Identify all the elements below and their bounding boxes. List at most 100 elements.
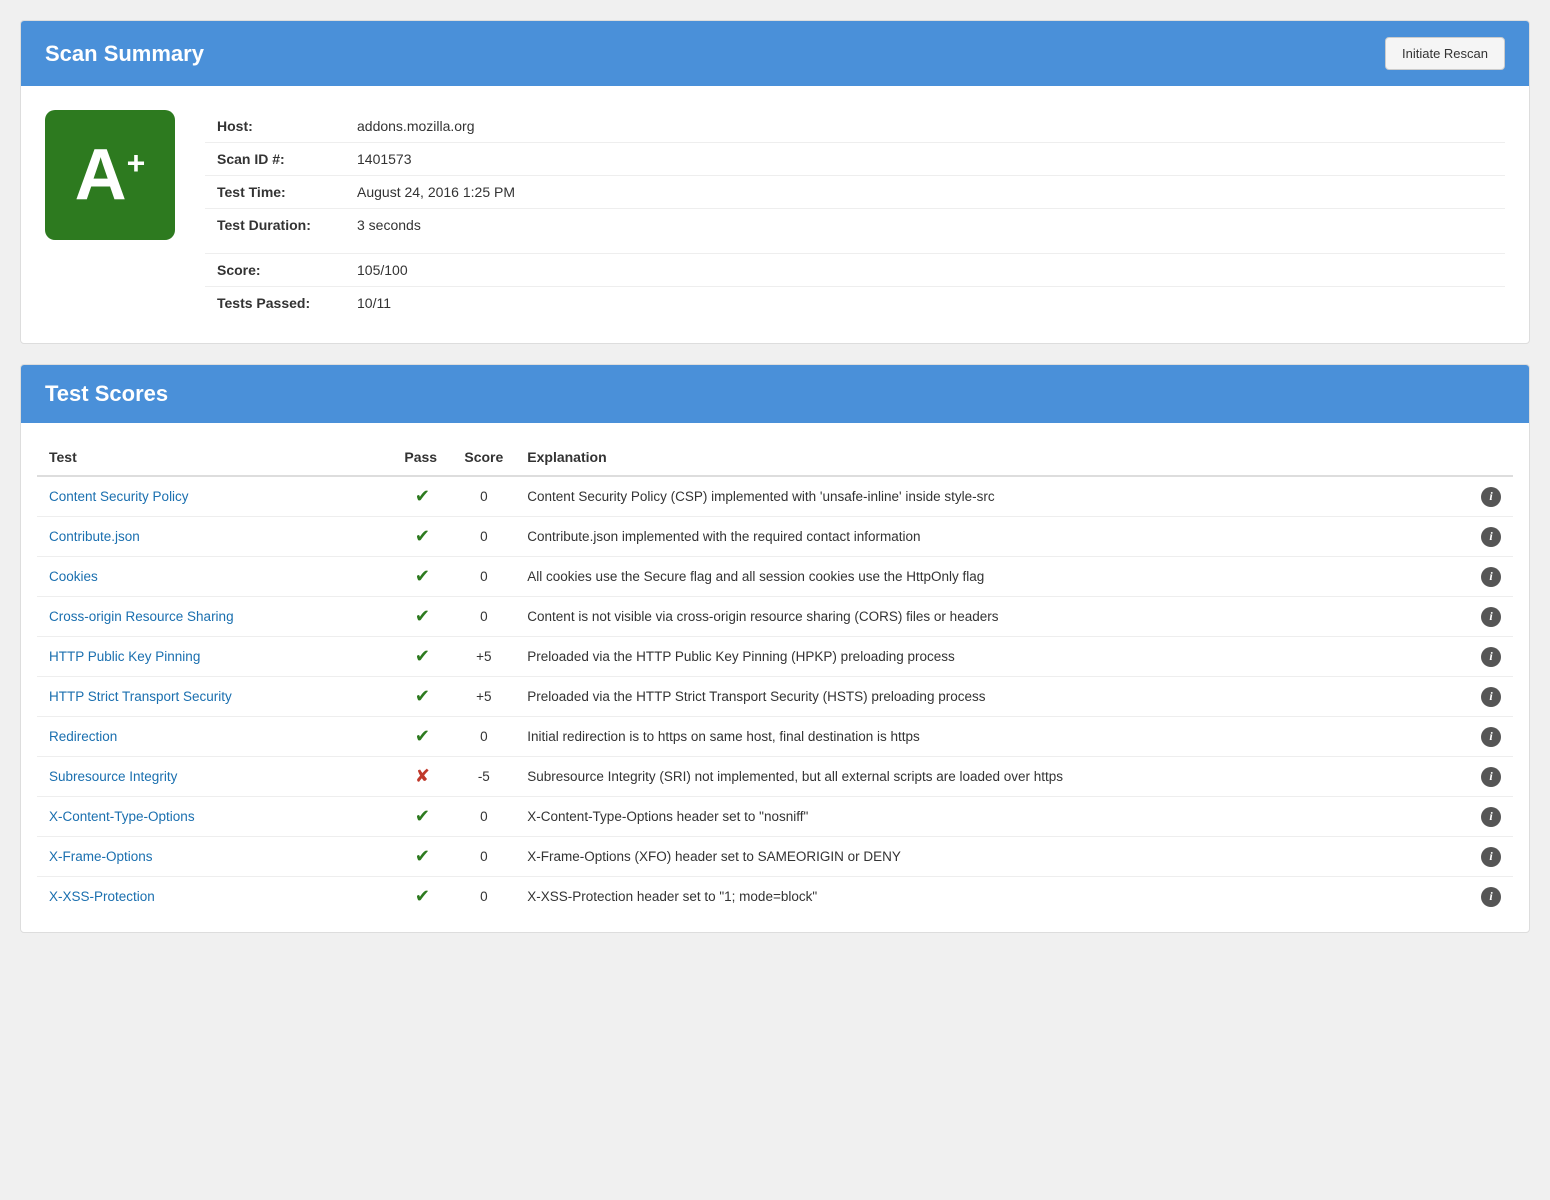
test-scores-header: Test Scores <box>21 365 1529 423</box>
test-name-link[interactable]: Content Security Policy <box>49 489 189 504</box>
pass-cell: ✔ <box>392 557 452 597</box>
test-scores-title: Test Scores <box>45 381 168 407</box>
test-name-cell: X-XSS-Protection <box>37 877 392 917</box>
info-icon[interactable]: i <box>1481 807 1501 827</box>
score-cell: -5 <box>452 757 515 797</box>
test-name-link[interactable]: Contribute.json <box>49 529 140 544</box>
th-test: Test <box>37 439 392 476</box>
test-name-cell: X-Frame-Options <box>37 837 392 877</box>
info-icon[interactable]: i <box>1481 607 1501 627</box>
th-info <box>1469 439 1513 476</box>
test-name-cell: HTTP Strict Transport Security <box>37 677 392 717</box>
info-icon[interactable]: i <box>1481 687 1501 707</box>
pass-icon: ✔ <box>415 646 430 666</box>
info-cell: i <box>1469 837 1513 877</box>
explanation-cell: Content is not visible via cross-origin … <box>515 597 1469 637</box>
table-row: Cookies ✔ 0 All cookies use the Secure f… <box>37 557 1513 597</box>
explanation-cell: X-Content-Type-Options header set to "no… <box>515 797 1469 837</box>
info-icon[interactable]: i <box>1481 527 1501 547</box>
test-name-link[interactable]: X-Content-Type-Options <box>49 809 195 824</box>
info-cell: i <box>1469 597 1513 637</box>
scan-field-row: Test Time: August 24, 2016 1:25 PM <box>205 176 1505 209</box>
scan-score-value: 105/100 <box>345 254 1505 287</box>
info-cell: i <box>1469 717 1513 757</box>
test-name-link[interactable]: HTTP Public Key Pinning <box>49 649 200 664</box>
grade-letter: A+ <box>75 139 146 211</box>
scan-details-table: Host: addons.mozilla.orgScan ID #: 14015… <box>205 110 1505 319</box>
info-cell: i <box>1469 757 1513 797</box>
table-row: HTTP Public Key Pinning ✔ +5 Preloaded v… <box>37 637 1513 677</box>
score-cell: +5 <box>452 637 515 677</box>
th-score: Score <box>452 439 515 476</box>
scan-score-field-row: Score: 105/100 <box>205 254 1505 287</box>
test-name-cell: Redirection <box>37 717 392 757</box>
scan-summary-card: Scan Summary Initiate Rescan A+ Host: ad… <box>20 20 1530 344</box>
scan-score-label: Tests Passed: <box>205 287 345 320</box>
scan-summary-content: A+ Host: addons.mozilla.orgScan ID #: 14… <box>21 86 1529 343</box>
test-name-link[interactable]: Cookies <box>49 569 98 584</box>
score-cell: +5 <box>452 677 515 717</box>
test-name-link[interactable]: X-Frame-Options <box>49 849 153 864</box>
explanation-cell: X-XSS-Protection header set to "1; mode=… <box>515 877 1469 917</box>
table-header-row: Test Pass Score Explanation <box>37 439 1513 476</box>
scan-field-value: 1401573 <box>345 143 1505 176</box>
info-icon[interactable]: i <box>1481 887 1501 907</box>
info-icon[interactable]: i <box>1481 567 1501 587</box>
pass-icon: ✔ <box>415 806 430 826</box>
pass-cell: ✔ <box>392 797 452 837</box>
test-scores-table: Test Pass Score Explanation Content Secu… <box>37 439 1513 916</box>
scan-field-label: Test Time: <box>205 176 345 209</box>
info-icon[interactable]: i <box>1481 847 1501 867</box>
explanation-cell: Subresource Integrity (SRI) not implemen… <box>515 757 1469 797</box>
score-cell: 0 <box>452 517 515 557</box>
scan-score-field-row: Tests Passed: 10/11 <box>205 287 1505 320</box>
explanation-cell: Preloaded via the HTTP Strict Transport … <box>515 677 1469 717</box>
pass-icon: ✔ <box>415 526 430 546</box>
table-row: Contribute.json ✔ 0 Contribute.json impl… <box>37 517 1513 557</box>
info-icon[interactable]: i <box>1481 487 1501 507</box>
info-cell: i <box>1469 877 1513 917</box>
table-row: Redirection ✔ 0 Initial redirection is t… <box>37 717 1513 757</box>
info-cell: i <box>1469 476 1513 517</box>
table-row: Cross-origin Resource Sharing ✔ 0 Conten… <box>37 597 1513 637</box>
initiate-rescan-button[interactable]: Initiate Rescan <box>1385 37 1505 70</box>
th-pass: Pass <box>392 439 452 476</box>
info-cell: i <box>1469 797 1513 837</box>
table-row: X-Content-Type-Options ✔ 0 X-Content-Typ… <box>37 797 1513 837</box>
th-explanation: Explanation <box>515 439 1469 476</box>
scan-field-label: Scan ID #: <box>205 143 345 176</box>
test-name-cell: Content Security Policy <box>37 476 392 517</box>
test-name-link[interactable]: Subresource Integrity <box>49 769 177 784</box>
pass-cell: ✔ <box>392 677 452 717</box>
info-icon[interactable]: i <box>1481 727 1501 747</box>
test-name-cell: Cross-origin Resource Sharing <box>37 597 392 637</box>
info-icon[interactable]: i <box>1481 647 1501 667</box>
scan-score-value: 10/11 <box>345 287 1505 320</box>
pass-cell: ✔ <box>392 837 452 877</box>
info-icon[interactable]: i <box>1481 767 1501 787</box>
table-row: HTTP Strict Transport Security ✔ +5 Prel… <box>37 677 1513 717</box>
pass-icon: ✔ <box>415 886 430 906</box>
scan-summary-title: Scan Summary <box>45 41 204 67</box>
scan-field-row: Scan ID #: 1401573 <box>205 143 1505 176</box>
scan-field-label: Host: <box>205 110 345 143</box>
test-name-link[interactable]: HTTP Strict Transport Security <box>49 689 232 704</box>
explanation-cell: Contribute.json implemented with the req… <box>515 517 1469 557</box>
score-cell: 0 <box>452 476 515 517</box>
test-scores-content: Test Pass Score Explanation Content Secu… <box>21 423 1529 932</box>
pass-icon: ✔ <box>415 686 430 706</box>
explanation-cell: X-Frame-Options (XFO) header set to SAME… <box>515 837 1469 877</box>
pass-cell: ✔ <box>392 637 452 677</box>
score-cell: 0 <box>452 837 515 877</box>
test-name-link[interactable]: X-XSS-Protection <box>49 889 155 904</box>
pass-icon: ✔ <box>415 566 430 586</box>
grade-plus: + <box>127 145 146 181</box>
test-name-link[interactable]: Cross-origin Resource Sharing <box>49 609 234 624</box>
fail-icon: ✘ <box>415 766 430 786</box>
scan-field-label: Test Duration: <box>205 209 345 242</box>
pass-icon: ✔ <box>415 846 430 866</box>
scan-field-value: addons.mozilla.org <box>345 110 1505 143</box>
table-row: Content Security Policy ✔ 0 Content Secu… <box>37 476 1513 517</box>
test-name-link[interactable]: Redirection <box>49 729 117 744</box>
pass-cell: ✔ <box>392 877 452 917</box>
